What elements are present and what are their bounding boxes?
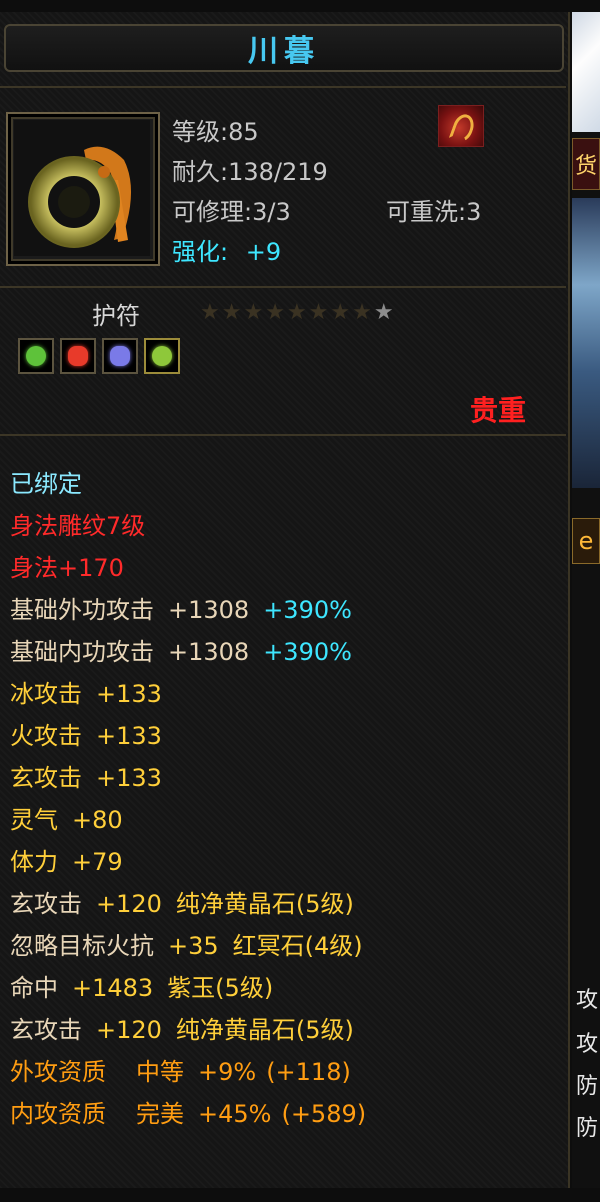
side-button[interactable]: e	[572, 518, 600, 564]
special-effect-icon[interactable]	[438, 105, 484, 147]
attribute-part: 纯净黄晶石(5级)	[175, 890, 354, 918]
side-strip: 货 e 攻 攻 防 防	[572, 12, 600, 1188]
attribute-part: +390%	[263, 596, 352, 624]
attribute-part: 体力	[10, 848, 58, 876]
attribute-line: 玄攻击 +120 纯净黄晶石(5级)	[10, 884, 354, 919]
side-label-4: 防	[576, 1116, 599, 1141]
attribute-part: +1308	[168, 638, 250, 666]
star-icon: ★	[352, 300, 372, 325]
attribute-part: 基础外功攻击	[10, 596, 154, 624]
rewash-stat: 可重洗:3	[386, 198, 482, 226]
attribute-line: 火攻击 +133	[10, 716, 162, 751]
attribute-part: (+589)	[281, 1100, 367, 1128]
star-icon: ★	[330, 300, 351, 325]
attribute-part: 冰攻击	[10, 680, 82, 708]
yellow-gem-icon[interactable]	[144, 338, 180, 374]
attribute-line: 内攻资质 完美 +45% (+589)	[10, 1094, 366, 1129]
attribute-part: (+118)	[266, 1058, 351, 1086]
attribute-line: 冰攻击 +133	[10, 674, 162, 709]
title-bar: 川暮	[4, 24, 564, 72]
attribute-part: 已绑定	[10, 470, 82, 498]
side-label-3: 防	[576, 1074, 599, 1099]
attribute-part: 外攻资质	[10, 1058, 106, 1086]
attribute-part: +133	[96, 680, 162, 708]
item-image-frame[interactable]	[6, 112, 160, 266]
attribute-part: 身法+170	[10, 554, 124, 582]
attribute-part: 忽略目标火抗	[10, 932, 154, 960]
attribute-part: +120	[96, 890, 162, 918]
star-icon: ★	[286, 300, 307, 325]
attribute-part: +390%	[263, 638, 352, 666]
attribute-part: +9%	[198, 1058, 257, 1086]
attribute-line: 玄攻击 +120 纯净黄晶石(5级)	[10, 1010, 354, 1045]
star-icon: ★	[221, 300, 242, 325]
attribute-line: 玄攻击 +133	[10, 758, 162, 793]
attribute-part: +133	[96, 722, 162, 750]
repair-stat: 可修理:3/3	[172, 198, 291, 226]
attribute-part: 玄攻击	[10, 1016, 82, 1044]
attribute-part: 命中	[10, 974, 58, 1002]
star-icon: ★	[265, 300, 285, 325]
attribute-line: 命中 +1483 紫玉(5级)	[10, 968, 273, 1003]
side-label-1: 攻	[576, 988, 599, 1013]
rarity-label: 贵重	[470, 394, 527, 427]
attribute-part: +120	[96, 1016, 162, 1044]
attribute-part: +133	[96, 764, 162, 792]
attribute-part: +80	[72, 806, 123, 834]
amulet-ring-icon	[14, 120, 150, 256]
item-name: 川暮	[248, 34, 320, 69]
attribute-part: 红冥石(4级)	[232, 932, 363, 960]
attribute-line: 基础外功攻击 +1308 +390%	[10, 590, 352, 625]
attribute-line: 灵气 +80	[10, 800, 123, 835]
attribute-line: 体力 +79	[10, 842, 123, 877]
attribute-list: 已绑定身法雕纹7级 身法+170 基础外功攻击 +1308 +390% 基础内功攻击 +13…	[0, 434, 566, 1202]
red-gem-icon[interactable]	[60, 338, 96, 374]
attribute-part: +35	[168, 932, 219, 960]
attribute-line: 身法+170	[10, 548, 124, 583]
attribute-part: 紫玉(5级)	[167, 974, 274, 1002]
side-tab[interactable]: 货	[572, 138, 600, 190]
attribute-part: 完美	[136, 1100, 184, 1128]
enhance-label: 强化:	[172, 238, 229, 266]
attribute-part: 玄攻击	[10, 764, 82, 792]
star-icon: ★	[373, 300, 394, 325]
star-icon: ★	[200, 300, 220, 325]
attribute-part: +79	[72, 848, 123, 876]
side-banner	[572, 12, 600, 132]
side-label-2: 攻	[576, 1032, 599, 1057]
purple-gem-icon[interactable]	[102, 338, 138, 374]
attribute-part: +45%	[198, 1100, 272, 1128]
star-icon: ★	[243, 300, 264, 325]
attribute-part: 身法雕纹7级	[10, 512, 146, 540]
attribute-line: 基础内功攻击 +1308 +390%	[10, 632, 352, 667]
attribute-part: 火攻击	[10, 722, 82, 750]
enhance-value: +9	[245, 238, 282, 266]
attribute-part: +1308	[168, 596, 250, 624]
attribute-part: 玄攻击	[10, 890, 82, 918]
star-rating: ★ ★ ★ ★ ★ ★ ★ ★ ★	[200, 301, 394, 325]
attribute-line: 忽略目标火抗 +35 红冥石(4级)	[10, 926, 363, 961]
level-stat: 等级:85	[172, 118, 259, 146]
attribute-part: 灵气	[10, 806, 58, 834]
side-character-image	[572, 198, 600, 488]
attribute-part: 基础内功攻击	[10, 638, 154, 666]
star-icon: ★	[308, 300, 329, 325]
durability-stat: 耐久:138/219	[172, 158, 328, 186]
attribute-part: 内攻资质	[10, 1100, 106, 1128]
attribute-part: 中等	[136, 1058, 184, 1086]
attribute-part: 纯净黄晶石(5级)	[175, 1016, 354, 1044]
item-tooltip-panel: 川暮 等级:85 耐久:138/219 可修理:3/3 可重洗:3 强化: +9…	[0, 12, 570, 1188]
attribute-line: 外攻资质 中等 +9% (+118)	[10, 1052, 351, 1087]
attribute-line: 已绑定	[10, 464, 82, 499]
attribute-line: 身法雕纹7级	[10, 506, 145, 541]
enhance-stat: 强化: +9	[172, 232, 281, 267]
attribute-part: +1483	[72, 974, 154, 1002]
green-gem-icon[interactable]	[18, 338, 54, 374]
gem-slots	[18, 338, 180, 374]
item-type: 护符	[92, 302, 140, 330]
